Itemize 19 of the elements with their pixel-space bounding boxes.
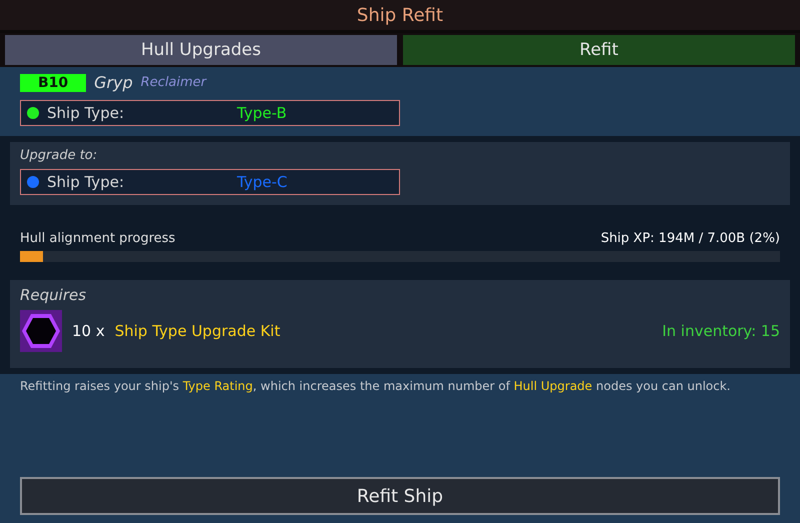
field-label: Ship Type: — [47, 173, 125, 191]
xp-reading: Ship XP: 194M / 7.00B (2%) — [600, 231, 780, 246]
item-quantity: 10 x — [72, 322, 105, 340]
window-title: Ship Refit — [356, 4, 444, 26]
section-heading: Requires — [20, 286, 88, 304]
refit-button[interactable]: Refit Ship — [20, 477, 780, 515]
field-value: Type-C — [237, 173, 288, 191]
ship-class: Reclaimer — [140, 75, 206, 90]
item-name: Ship Type Upgrade Kit — [114, 322, 282, 340]
field-value: Type-B — [237, 104, 287, 122]
field-label: Ship Type: — [47, 104, 125, 122]
ship-name: Gryp — [94, 73, 133, 92]
tab[interactable]: Refit — [403, 35, 795, 65]
progress-label: Hull alignment progress — [20, 231, 176, 246]
inventory-count: In inventory: 15 — [662, 322, 780, 340]
section-heading: Upgrade to: — [20, 148, 98, 163]
description-text: Refitting raises your ship's Type Rating, which increases the maximum number of Hull Upgrade nodes you can unlock. — [20, 379, 732, 394]
ship-tier-label: B10 — [20, 74, 86, 92]
tab[interactable]: Hull Upgrades — [5, 35, 397, 65]
